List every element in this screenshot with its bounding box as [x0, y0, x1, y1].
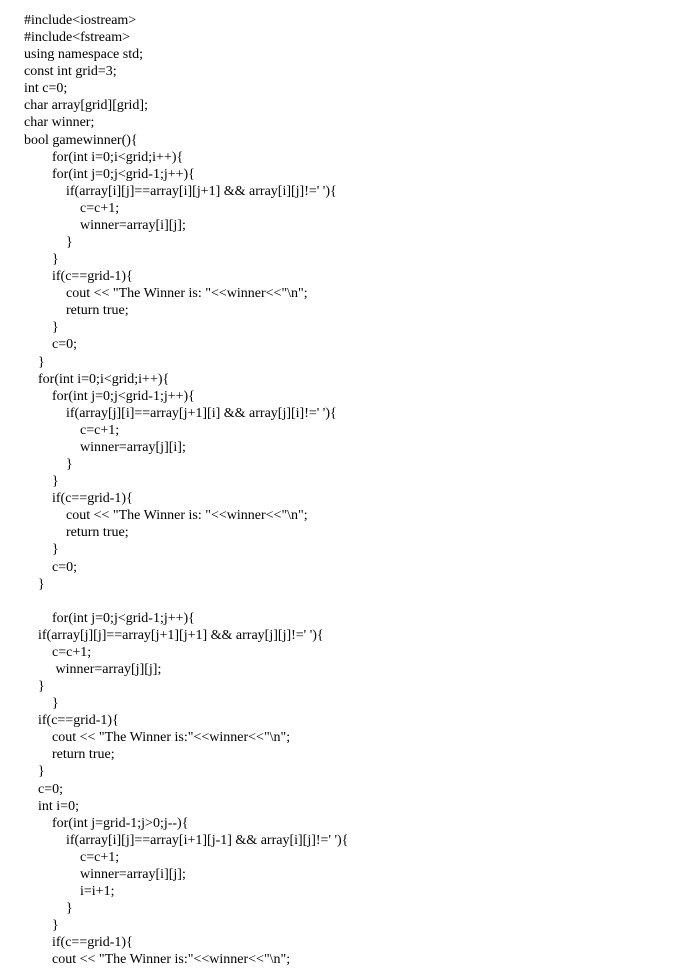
code-block: #include<iostream> #include<fstream> usi…: [24, 13, 348, 967]
code-page: #include<iostream> #include<fstream> usi…: [0, 0, 680, 980]
